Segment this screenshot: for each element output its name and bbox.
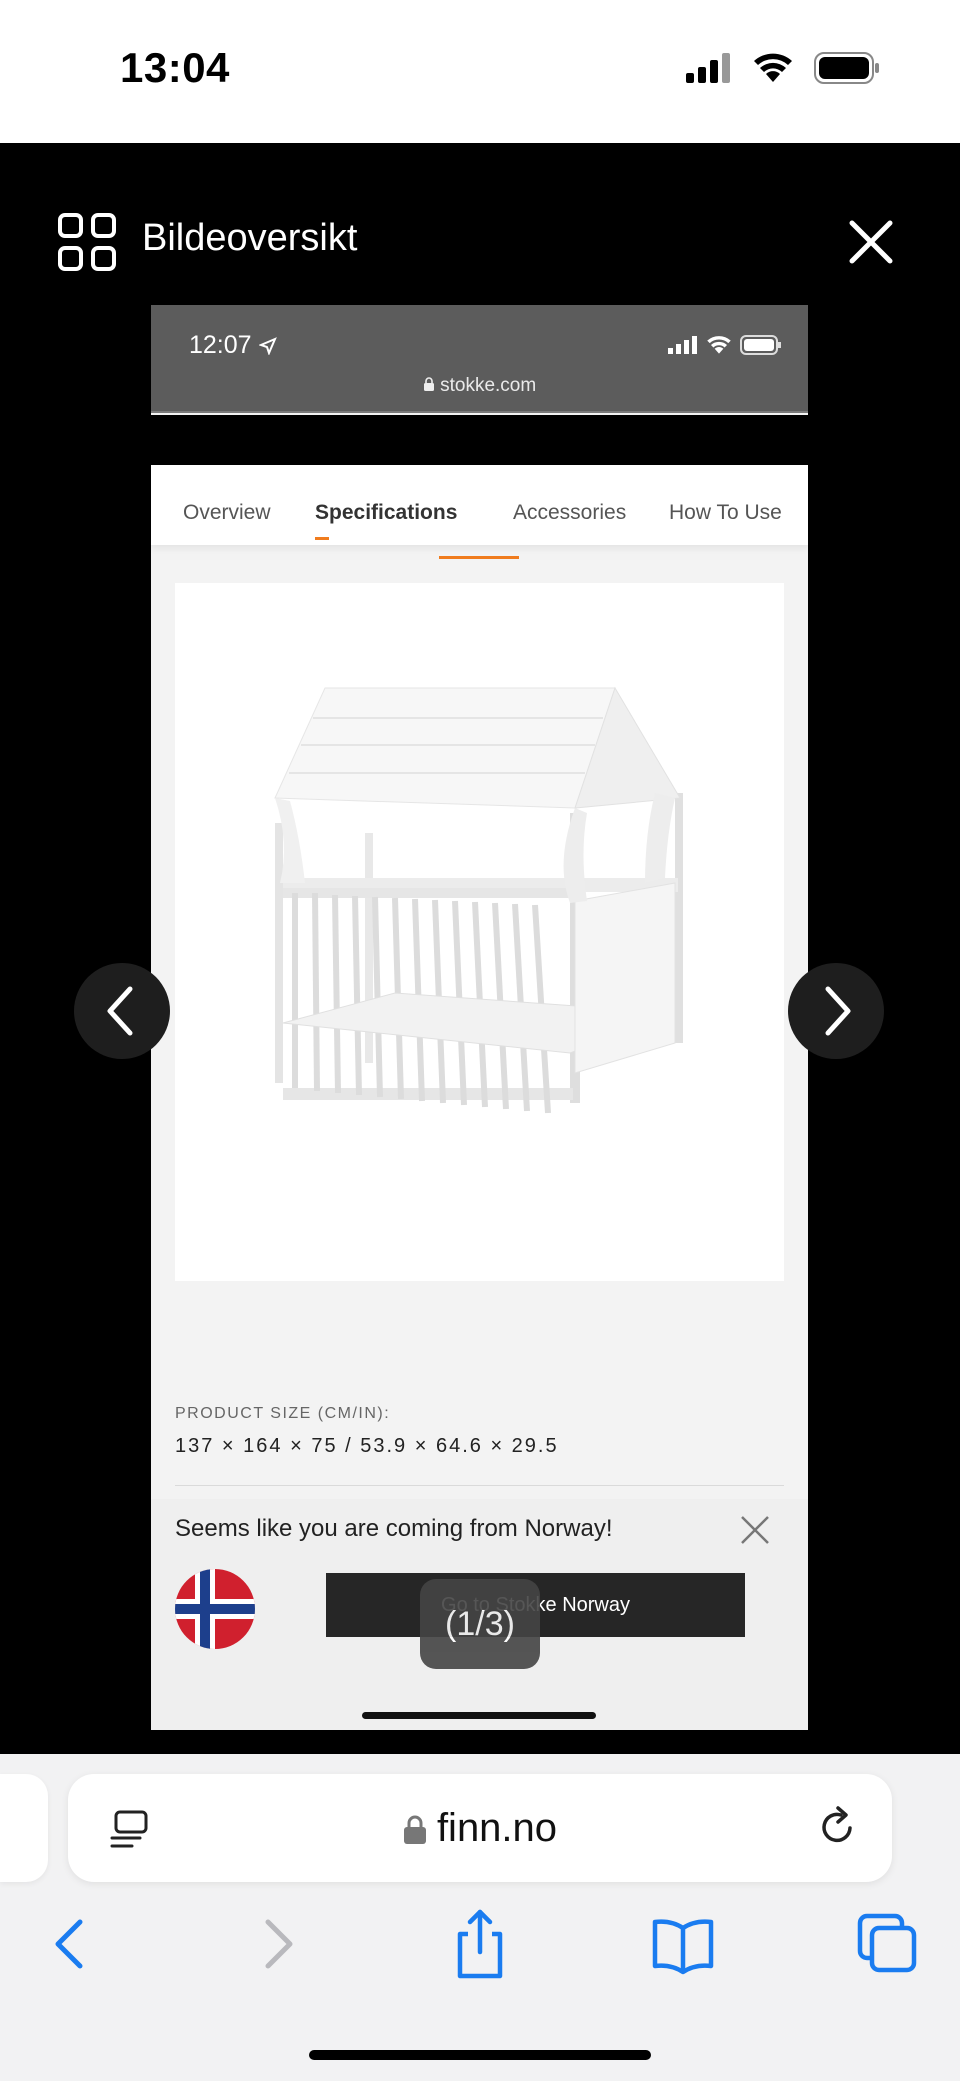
embedded-status-icons: [668, 335, 782, 355]
battery-icon: [740, 335, 781, 355]
gallery-image: 12:07 stokke.com Overview Specifications…: [151, 305, 808, 1730]
forward-icon[interactable]: [238, 1904, 318, 1984]
wifi-icon: [754, 53, 792, 82]
tab-overview: Overview: [183, 501, 271, 524]
next-image-button[interactable]: [788, 963, 884, 1059]
home-indicator: [309, 2050, 651, 2060]
gallery-title: Bildeoversikt: [142, 217, 358, 259]
status-icons: [686, 52, 880, 84]
grid-view-icon[interactable]: [58, 213, 116, 271]
share-icon[interactable]: [440, 1904, 520, 1984]
tab-how-to-use: How To Use: [669, 501, 782, 524]
tab-accessories: Accessories: [513, 501, 627, 524]
reload-icon[interactable]: [814, 1804, 860, 1850]
previous-tab-edge[interactable]: [0, 1774, 48, 1882]
tab-active-indicator: [315, 537, 329, 540]
chevron-right-icon: [825, 986, 851, 1036]
gallery-header: Bildeoversikt: [0, 143, 960, 293]
previous-image-button[interactable]: [74, 963, 170, 1059]
spec-label: PRODUCT SIZE (CM/IN):: [175, 1405, 391, 1422]
signal-icon: [668, 336, 697, 354]
divider: [175, 1485, 784, 1486]
close-icon[interactable]: [848, 219, 894, 265]
address-text[interactable]: finn.no: [68, 1806, 892, 1851]
banner-text: Seems like you are coming from Norway!: [175, 1515, 613, 1542]
browser-bottom-bar: finn.no: [0, 1754, 960, 2081]
status-bar: 13:04: [0, 0, 960, 143]
wifi-icon: [707, 336, 731, 354]
embedded-gap: [151, 415, 808, 465]
image-counter: (1/3): [420, 1579, 540, 1669]
bookmarks-icon[interactable]: [643, 1904, 723, 1984]
banner-close-icon: [741, 1516, 769, 1544]
embedded-tabs: Overview Specifications Accessories How …: [151, 465, 808, 545]
location-arrow-icon: [257, 337, 277, 357]
embedded-url: stokke.com: [151, 375, 808, 397]
lock-icon: [403, 1815, 426, 1845]
tabs-icon[interactable]: [848, 1904, 928, 1984]
status-time: 13:04: [120, 44, 230, 91]
back-icon[interactable]: [30, 1904, 110, 1984]
tab-specifications: Specifications: [315, 501, 458, 524]
norway-flag-icon: [175, 1569, 255, 1649]
address-bar[interactable]: finn.no: [68, 1774, 892, 1882]
product-image-crib: [175, 583, 784, 1281]
embedded-time: 12:07: [189, 331, 277, 360]
carousel-indicator: [439, 556, 519, 559]
spec-value: 137 × 164 × 75 / 53.9 × 64.6 × 29.5: [175, 1435, 559, 1457]
embedded-home-indicator: [151, 1710, 808, 1720]
image-gallery: Bildeoversikt 12:07 stokke.com Overview …: [0, 143, 960, 1754]
battery-icon: [814, 52, 879, 84]
chevron-left-icon: [107, 986, 133, 1036]
signal-icon: [686, 53, 730, 83]
lock-icon: [423, 377, 434, 391]
browser-toolbar: [0, 1904, 960, 1994]
embedded-status-bar: 12:07 stokke.com: [151, 305, 808, 413]
